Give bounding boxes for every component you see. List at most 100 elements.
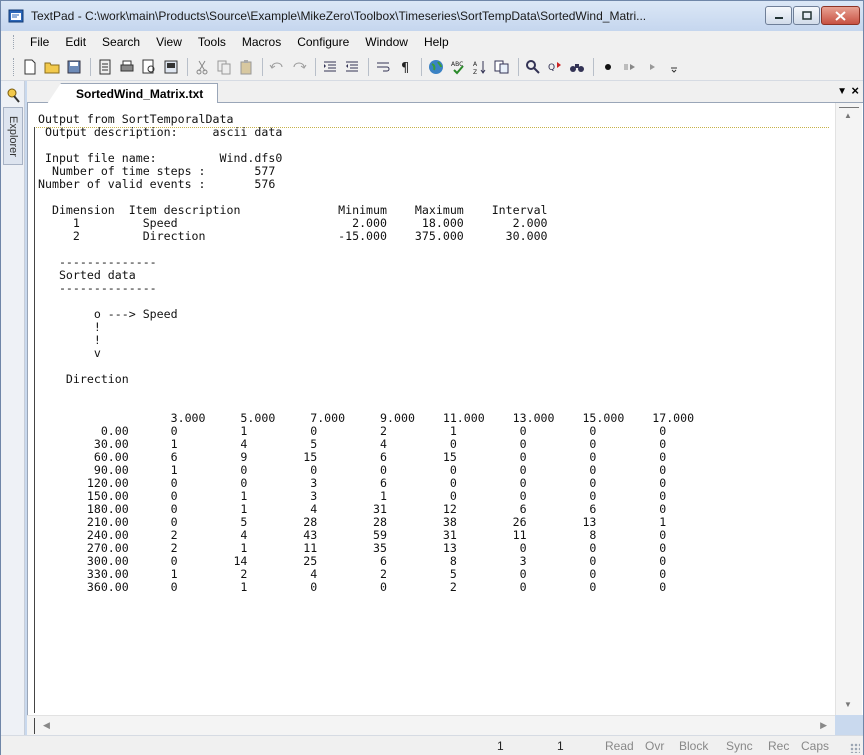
minimize-button[interactable] bbox=[765, 6, 792, 25]
word-wrap-button[interactable] bbox=[373, 57, 393, 77]
word-wrap-icon bbox=[377, 62, 390, 71]
visible-spaces-button[interactable]: ¶ bbox=[395, 57, 415, 77]
compare-button[interactable] bbox=[492, 57, 512, 77]
editor-margin-line bbox=[34, 127, 35, 713]
find-in-files-button[interactable] bbox=[523, 57, 543, 77]
text-line[interactable]: 360.00 0 1 0 0 2 0 0 0 bbox=[38, 581, 826, 594]
document-content[interactable]: Output from SortTemporalData Output desc… bbox=[38, 113, 826, 713]
title-bar: TextPad - C:\work\main\Products\Source\E… bbox=[1, 1, 863, 31]
menu-configure[interactable]: Configure bbox=[289, 31, 357, 53]
undo-button[interactable] bbox=[267, 57, 287, 77]
text-line[interactable] bbox=[38, 360, 826, 373]
play-icon bbox=[650, 63, 655, 70]
horizontal-scrollbar[interactable]: ◀ ▶ bbox=[27, 715, 835, 735]
redo-icon bbox=[293, 62, 307, 69]
split-handle[interactable] bbox=[31, 718, 35, 734]
toolbar-overflow-button[interactable] bbox=[664, 57, 684, 77]
menu-bar: File Edit Search View Tools Macros Confi… bbox=[1, 31, 863, 53]
open-folder-icon bbox=[44, 62, 60, 73]
text-line[interactable]: ! bbox=[38, 321, 826, 334]
scroll-left-icon[interactable]: ◀ bbox=[43, 720, 50, 731]
toolbar-separator bbox=[421, 57, 422, 76]
sort-button[interactable]: AZ bbox=[470, 57, 490, 77]
document-tab[interactable]: SortedWind_Matrix.txt bbox=[47, 83, 219, 104]
scroll-up-icon[interactable]: ▲ bbox=[844, 111, 852, 120]
play-macro-button[interactable] bbox=[642, 57, 662, 77]
document-view-icon bbox=[164, 60, 178, 73]
svg-text:A: A bbox=[473, 61, 478, 68]
replace-button[interactable]: Q bbox=[545, 57, 565, 77]
menu-help[interactable]: Help bbox=[416, 31, 457, 53]
tab-list-dropdown-icon[interactable]: ▼ bbox=[837, 86, 847, 97]
copy-button[interactable] bbox=[214, 57, 234, 77]
menu-macros[interactable]: Macros bbox=[234, 31, 289, 53]
minimize-icon bbox=[774, 16, 783, 19]
text-line[interactable]: -------------- bbox=[38, 256, 826, 269]
pilcrow-icon: ¶ bbox=[401, 61, 409, 75]
explorer-pin-icon[interactable] bbox=[5, 87, 21, 103]
status-read-indicator: Read bbox=[605, 739, 634, 753]
status-column-number: 1 bbox=[557, 739, 564, 753]
close-button[interactable] bbox=[821, 6, 860, 25]
status-bar: 1 1 Read Ovr Block Sync Rec Caps bbox=[1, 735, 863, 755]
maximize-button[interactable] bbox=[793, 6, 820, 25]
save-button[interactable] bbox=[64, 57, 84, 77]
status-block-indicator: Block bbox=[679, 739, 709, 753]
maximize-icon bbox=[801, 11, 812, 20]
scroll-down-icon[interactable]: ▼ bbox=[844, 700, 852, 709]
pause-play-icon bbox=[624, 63, 635, 70]
print-preview-button[interactable] bbox=[139, 57, 159, 77]
print-preview-icon bbox=[142, 59, 155, 73]
textpad-window: TextPad - C:\work\main\Products\Source\E… bbox=[0, 0, 864, 755]
split-handle[interactable] bbox=[839, 103, 859, 108]
svg-text:Z: Z bbox=[473, 69, 477, 75]
outdent-button[interactable] bbox=[342, 57, 362, 77]
text-line[interactable]: -------------- bbox=[38, 282, 826, 295]
toolbar-separator bbox=[90, 57, 91, 76]
menu-grip[interactable] bbox=[13, 35, 16, 49]
text-line[interactable]: o ---> Speed bbox=[38, 308, 826, 321]
cut-button[interactable] bbox=[192, 57, 212, 77]
copy-icon bbox=[217, 60, 231, 74]
text-line[interactable]: 2 Direction -15.000 375.000 30.000 bbox=[38, 230, 826, 243]
menu-tools[interactable]: Tools bbox=[190, 31, 234, 53]
text-line[interactable]: Direction bbox=[38, 373, 826, 386]
status-caps-indicator: Caps bbox=[801, 739, 830, 753]
close-icon bbox=[835, 10, 846, 21]
paste-button[interactable] bbox=[236, 57, 256, 77]
menu-file[interactable]: File bbox=[22, 31, 57, 53]
view-button[interactable] bbox=[161, 57, 181, 77]
menu-window[interactable]: Window bbox=[357, 31, 416, 53]
text-editor[interactable]: Output from SortTemporalData Output desc… bbox=[27, 103, 863, 715]
pause-macro-button[interactable] bbox=[620, 57, 640, 77]
toolbar-separator bbox=[315, 57, 316, 76]
find-files-button[interactable] bbox=[567, 57, 587, 77]
record-macro-button[interactable] bbox=[598, 57, 618, 77]
save-all-icon bbox=[99, 59, 111, 74]
toolbar-grip[interactable] bbox=[13, 57, 16, 76]
text-line[interactable]: ! bbox=[38, 334, 826, 347]
close-document-icon[interactable]: × bbox=[851, 83, 859, 98]
web-browser-button[interactable] bbox=[426, 57, 446, 77]
menu-search[interactable]: Search bbox=[94, 31, 148, 53]
explorer-tab[interactable]: Explorer bbox=[3, 107, 23, 165]
vertical-scrollbar[interactable]: ▲ ▼ bbox=[835, 103, 862, 715]
window-title: TextPad - C:\work\main\Products\Source\E… bbox=[31, 9, 647, 23]
text-line[interactable] bbox=[38, 386, 826, 399]
redo-button[interactable] bbox=[289, 57, 309, 77]
open-file-button[interactable] bbox=[42, 57, 62, 77]
scroll-right-icon[interactable]: ▶ bbox=[820, 720, 827, 731]
svg-text:Q: Q bbox=[548, 63, 555, 73]
text-line[interactable]: Number of valid events : 576 bbox=[38, 178, 826, 191]
menu-view[interactable]: View bbox=[148, 31, 190, 53]
menu-edit[interactable]: Edit bbox=[57, 31, 94, 53]
toolbar: ¶ ABC AZ Q bbox=[1, 53, 863, 81]
print-button[interactable] bbox=[117, 57, 137, 77]
text-line[interactable]: Output description: ascii data bbox=[38, 126, 826, 139]
save-all-button[interactable] bbox=[95, 57, 115, 77]
indent-button[interactable] bbox=[320, 57, 340, 77]
new-file-button[interactable] bbox=[20, 57, 40, 77]
resize-grip[interactable] bbox=[850, 743, 860, 753]
text-line[interactable]: v bbox=[38, 347, 826, 360]
spelling-button[interactable]: ABC bbox=[448, 57, 468, 77]
